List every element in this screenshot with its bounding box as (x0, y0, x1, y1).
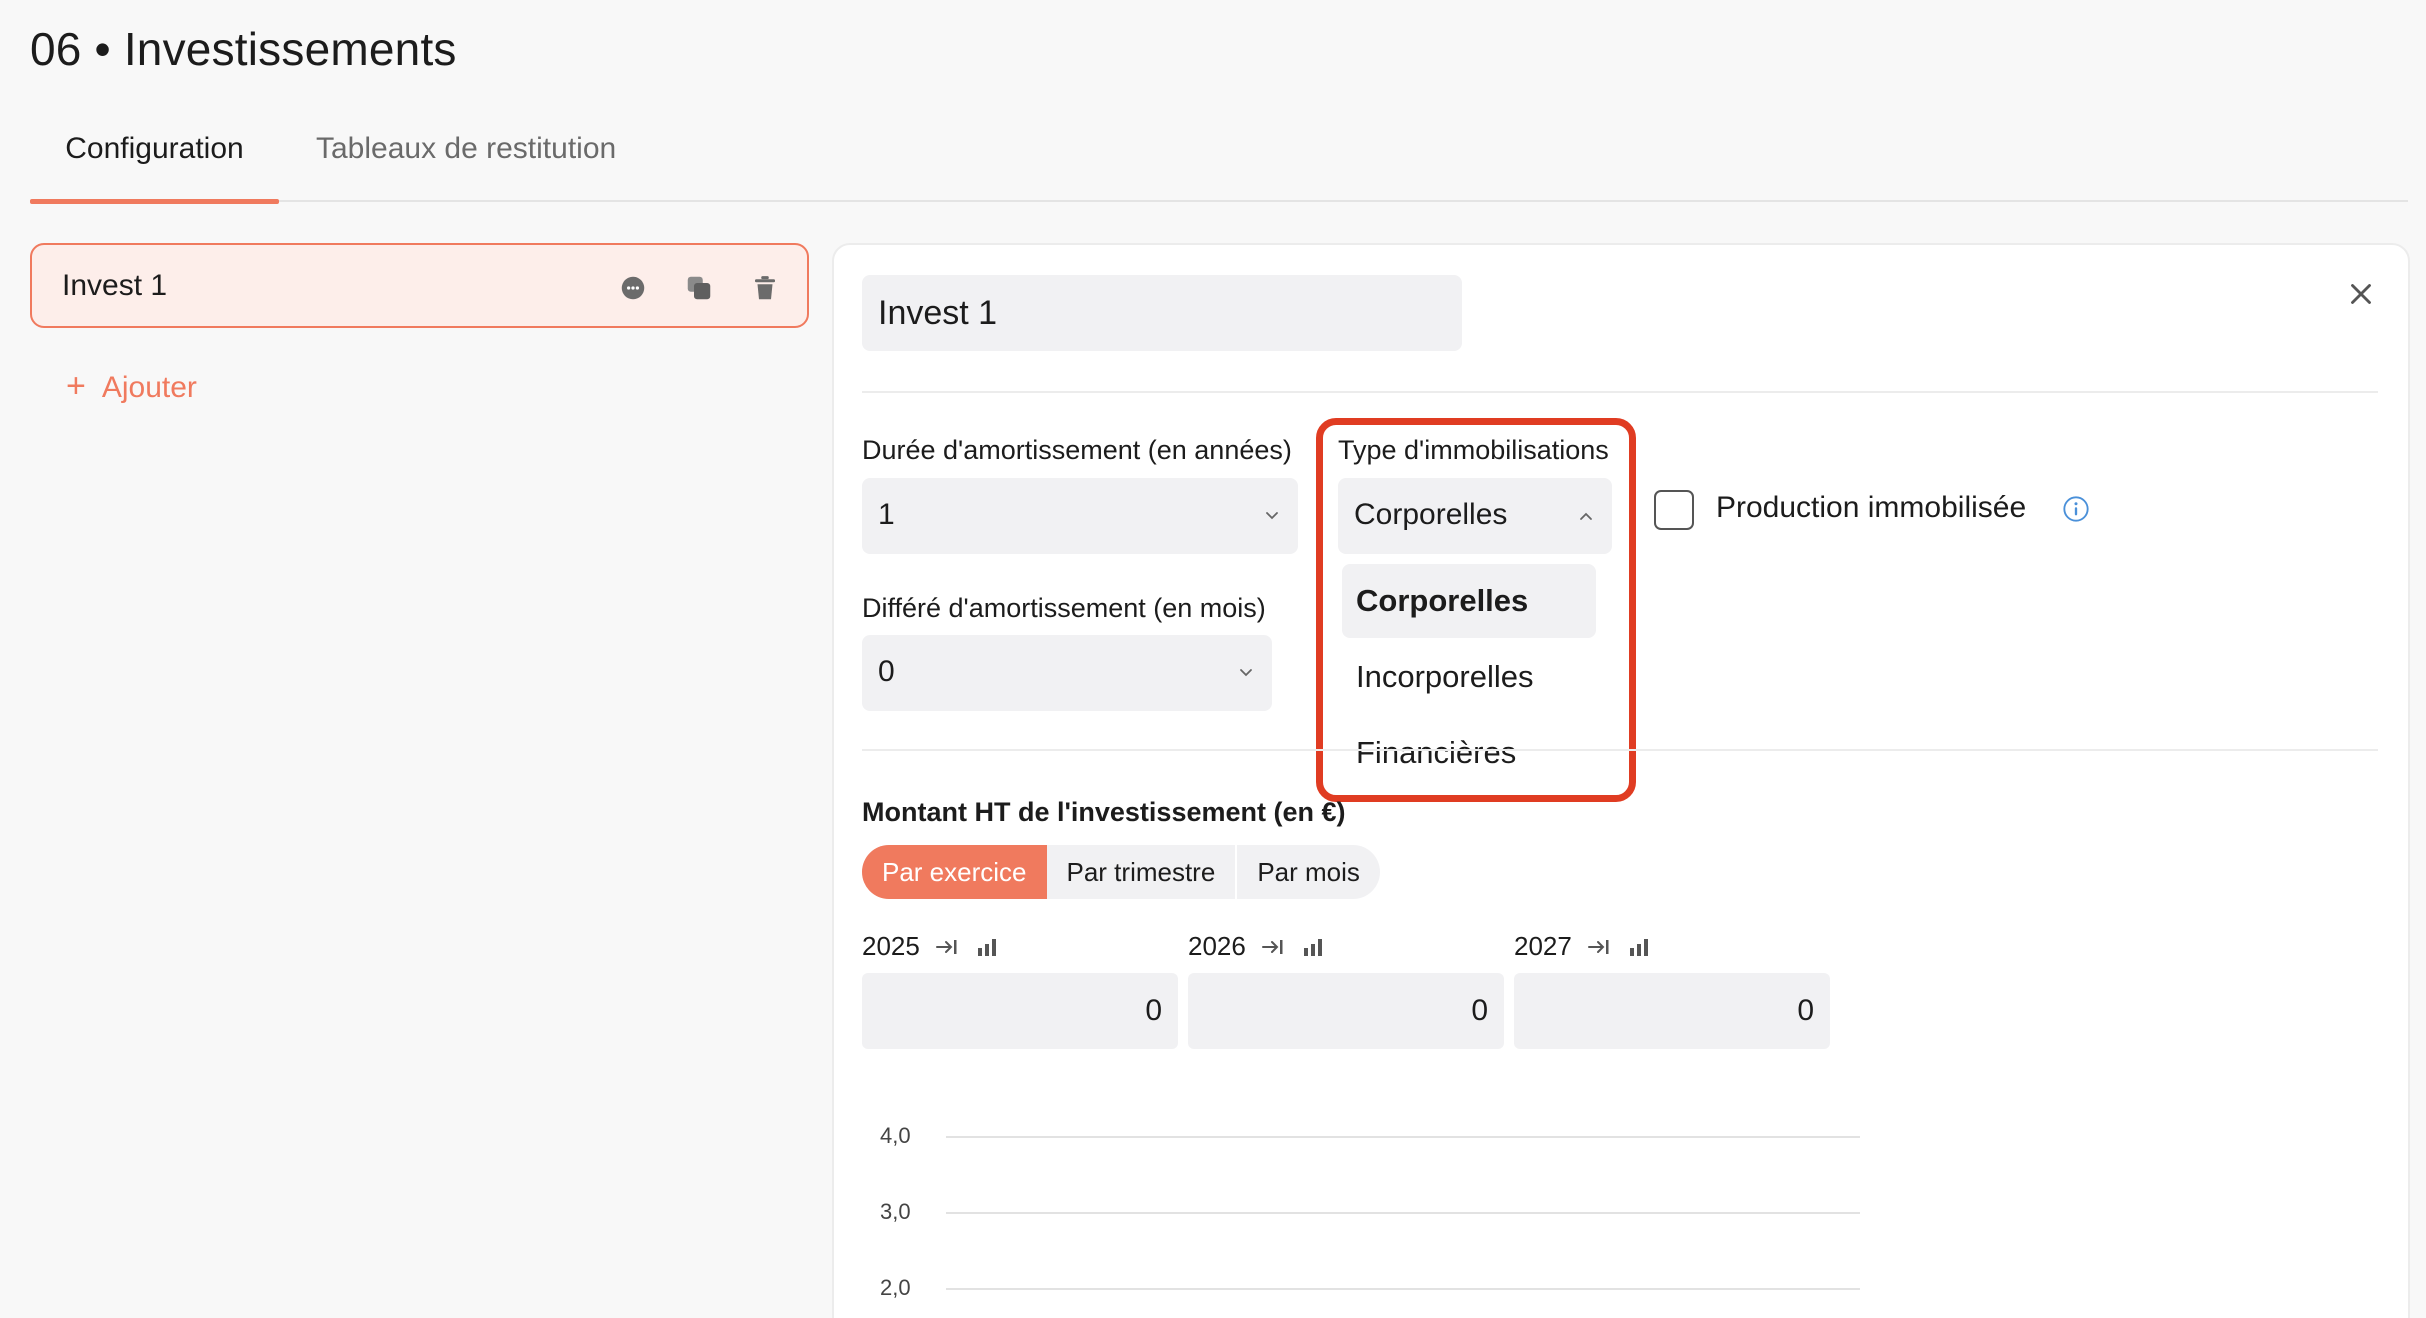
investment-item-name: Invest 1 (62, 269, 168, 302)
investment-name-input[interactable] (862, 275, 1462, 351)
fill-right-icon[interactable] (1260, 935, 1286, 959)
year-label-2025: 2025 (862, 931, 920, 961)
montant-label: Montant HT de l'investissement (en €) (862, 797, 1346, 827)
plus-icon: + (66, 367, 86, 405)
duree-value: 1 (878, 498, 895, 531)
amount-input-2025[interactable]: 0 (862, 973, 1178, 1049)
y-tick-label: 2,0 (880, 1275, 911, 1300)
add-investment-label: Ajouter (101, 371, 197, 404)
amount-input-2027[interactable]: 0 (1514, 973, 1830, 1049)
divider (862, 391, 2378, 393)
tab-bar: Configuration Tableaux de restitution (30, 118, 2408, 204)
grid-line (946, 1212, 1860, 1214)
duplicate-icon[interactable] (684, 273, 714, 303)
chart-icon[interactable] (1300, 935, 1326, 959)
duree-label: Durée d'amortissement (en années) (862, 435, 1292, 465)
y-tick-label: 3,0 (880, 1199, 911, 1224)
chevron-down-icon (1266, 512, 1278, 520)
option-corporelles[interactable]: Corporelles (1342, 564, 1596, 638)
delete-icon[interactable] (750, 273, 780, 303)
period-segmented-control: Par exercice Par trimestre Par mois (862, 845, 1380, 899)
page-title: 06 • Investissements (30, 23, 457, 75)
y-tick-label: 4,0 (880, 1123, 911, 1148)
differe-value: 0 (878, 655, 895, 688)
differe-select[interactable]: 0 (862, 635, 1272, 711)
type-select[interactable]: Corporelles (1338, 478, 1612, 554)
duree-select[interactable]: 1 (862, 478, 1298, 554)
investment-item[interactable]: Invest 1 (30, 243, 809, 328)
production-checkbox[interactable] (1654, 490, 1694, 530)
period-par-trimestre[interactable]: Par trimestre (1047, 845, 1236, 899)
fill-right-icon[interactable] (934, 935, 960, 959)
period-par-mois[interactable]: Par mois (1237, 845, 1380, 899)
option-incorporelles[interactable]: Incorporelles (1342, 640, 1596, 714)
grid-line (946, 1136, 1860, 1138)
divider (862, 749, 2378, 751)
add-investment-button[interactable]: + Ajouter (66, 367, 197, 406)
amount-input-2026[interactable]: 0 (1188, 973, 1504, 1049)
option-financieres[interactable]: Financières (1342, 716, 1596, 790)
tab-tableaux-de-restitution[interactable]: Tableaux de restitution (316, 132, 616, 202)
chart-icon[interactable] (1626, 935, 1652, 959)
comment-icon[interactable] (618, 273, 648, 303)
period-par-exercice[interactable]: Par exercice (862, 845, 1047, 899)
type-dropdown-menu: Corporelles Incorporelles Financières (1330, 554, 1610, 789)
type-label: Type d'immobilisations (1338, 435, 1609, 465)
fill-right-icon[interactable] (1586, 935, 1612, 959)
grid-line (946, 1288, 1860, 1290)
production-label: Production immobilisée (1716, 491, 2027, 524)
type-value: Corporelles (1354, 498, 1508, 531)
differe-label: Différé d'amortissement (en mois) (862, 593, 1266, 623)
chevron-up-icon (1580, 512, 1592, 520)
close-icon[interactable] (2344, 277, 2378, 311)
tab-configuration[interactable]: Configuration (30, 132, 279, 204)
info-icon[interactable] (2062, 495, 2090, 523)
year-label-2027: 2027 (1514, 931, 1572, 961)
chevron-down-icon (1240, 669, 1252, 677)
year-label-2026: 2026 (1188, 931, 1246, 961)
investment-detail-panel: Durée d'amortissement (en années) 1 Diff… (832, 243, 2410, 1318)
chart-icon[interactable] (974, 935, 1000, 959)
